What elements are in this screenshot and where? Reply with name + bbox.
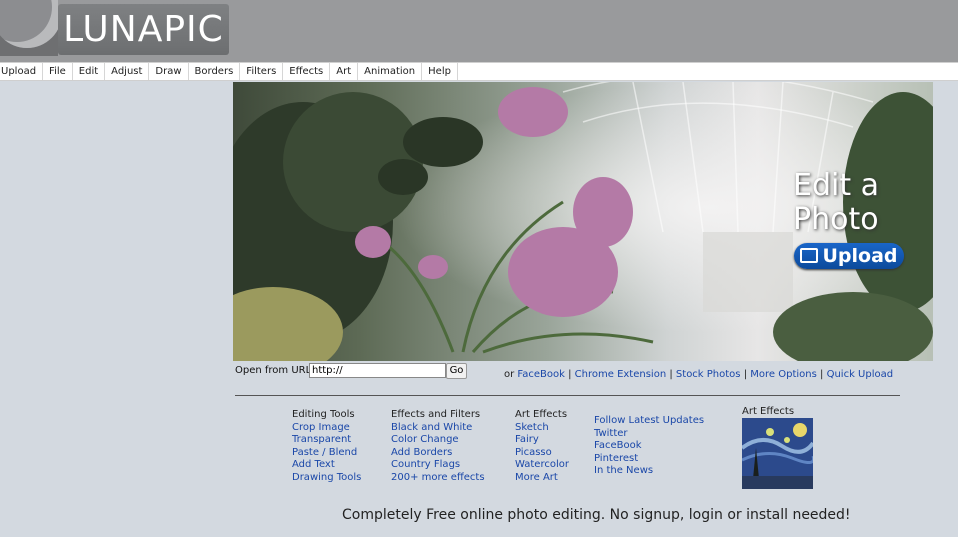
column-heading: Editing Tools bbox=[292, 409, 355, 420]
folder-icon bbox=[800, 248, 819, 263]
updates-column: Follow Latest Updates Twitter FaceBook P… bbox=[594, 415, 704, 478]
separator: | bbox=[568, 369, 572, 380]
separator: | bbox=[820, 369, 824, 380]
menu-filters[interactable]: Filters bbox=[240, 63, 284, 80]
options-prefix: or bbox=[504, 369, 515, 380]
menu-bar: Upload File Edit Adjust Draw Borders Fil… bbox=[0, 62, 958, 81]
art-effects-column: Art Effects Sketch Fairy Picasso Waterco… bbox=[515, 409, 569, 485]
paste-blend-link[interactable]: Paste / Blend bbox=[292, 447, 361, 460]
sketch-link[interactable]: Sketch bbox=[515, 422, 569, 435]
quick-upload-link[interactable]: Quick Upload bbox=[827, 369, 894, 380]
art-effects-title: Art Effects bbox=[742, 406, 795, 417]
hero-title-line1: Edit a bbox=[793, 168, 880, 203]
add-text-link[interactable]: Add Text bbox=[292, 459, 361, 472]
pinterest-link[interactable]: Pinterest bbox=[594, 453, 704, 466]
upload-options: or FaceBook | Chrome Extension | Stock P… bbox=[504, 368, 893, 382]
menu-animation[interactable]: Animation bbox=[358, 63, 423, 80]
transparent-link[interactable]: Transparent bbox=[292, 434, 361, 447]
facebook-follow-link[interactable]: FaceBook bbox=[594, 440, 704, 453]
black-white-link[interactable]: Black and White bbox=[391, 422, 485, 435]
facebook-link[interactable]: FaceBook bbox=[517, 369, 565, 380]
open-url-label: Open from URL: bbox=[235, 365, 315, 376]
menu-help[interactable]: Help bbox=[422, 63, 458, 80]
separator: | bbox=[669, 369, 673, 380]
more-effects-link[interactable]: 200+ more effects bbox=[391, 472, 485, 485]
menu-art[interactable]: Art bbox=[330, 63, 359, 80]
more-options-link[interactable]: More Options bbox=[750, 369, 817, 380]
upload-button[interactable]: Upload bbox=[794, 243, 904, 269]
lunapic-logo[interactable]: LUNAPIC bbox=[0, 0, 229, 56]
in-the-news-link[interactable]: In the News bbox=[594, 465, 704, 478]
moon-logo-icon bbox=[0, 0, 58, 56]
twitter-link[interactable]: Twitter bbox=[594, 428, 704, 441]
starry-night-thumbnail[interactable] bbox=[742, 418, 813, 489]
menu-effects[interactable]: Effects bbox=[283, 63, 331, 80]
follow-updates-link[interactable]: Follow Latest Updates bbox=[594, 415, 704, 428]
drawing-tools-link[interactable]: Drawing Tools bbox=[292, 472, 361, 485]
logo-text: LUNAPIC bbox=[58, 4, 229, 55]
column-heading: Effects and Filters bbox=[391, 409, 481, 420]
hero-title-line2: Photo bbox=[793, 202, 879, 237]
column-heading: Art Effects bbox=[515, 409, 568, 420]
editing-tools-column: Editing Tools Crop Image Transparent Pas… bbox=[292, 409, 361, 485]
fairy-link[interactable]: Fairy bbox=[515, 434, 569, 447]
watercolor-link[interactable]: Watercolor bbox=[515, 459, 569, 472]
starry-night-image bbox=[742, 418, 813, 489]
top-bar: LUNAPIC bbox=[0, 0, 958, 62]
country-flags-link[interactable]: Country Flags bbox=[391, 459, 485, 472]
upload-label: Upload bbox=[822, 245, 898, 267]
menu-adjust[interactable]: Adjust bbox=[105, 63, 150, 80]
tagline: Completely Free online photo editing. No… bbox=[342, 507, 851, 523]
crop-image-link[interactable]: Crop Image bbox=[292, 422, 361, 435]
go-button[interactable]: Go bbox=[446, 363, 467, 379]
menu-upload[interactable]: Upload bbox=[0, 63, 44, 80]
chrome-extension-link[interactable]: Chrome Extension bbox=[575, 369, 667, 380]
stock-photos-link[interactable]: Stock Photos bbox=[676, 369, 741, 380]
menu-edit[interactable]: Edit bbox=[73, 63, 106, 80]
add-borders-link[interactable]: Add Borders bbox=[391, 447, 485, 460]
picasso-link[interactable]: Picasso bbox=[515, 447, 569, 460]
effects-filters-column: Effects and Filters Black and White Colo… bbox=[391, 409, 485, 485]
edit-photo-title: Edit a Photo bbox=[793, 169, 923, 237]
menu-draw[interactable]: Draw bbox=[149, 63, 189, 80]
divider bbox=[235, 395, 900, 396]
menu-borders[interactable]: Borders bbox=[189, 63, 241, 80]
color-change-link[interactable]: Color Change bbox=[391, 434, 485, 447]
url-input[interactable] bbox=[309, 363, 446, 378]
separator: | bbox=[743, 369, 748, 380]
more-art-link[interactable]: More Art bbox=[515, 472, 569, 485]
menu-file[interactable]: File bbox=[43, 63, 73, 80]
